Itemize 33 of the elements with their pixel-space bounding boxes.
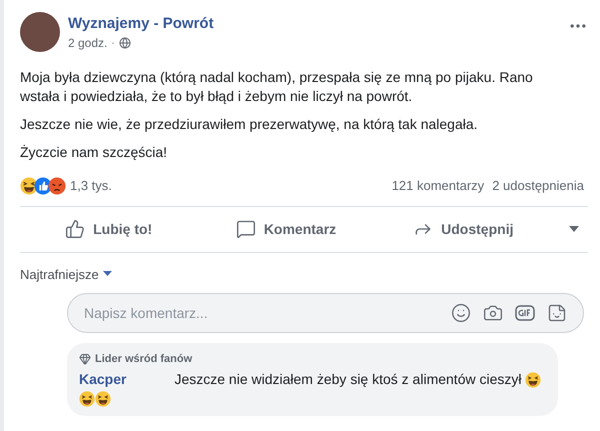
emoji-icon[interactable] bbox=[451, 303, 471, 323]
post-text: Jeszcze nie wie, że przedziurawiłem prezerwatywę, na którą tak nalegała. bbox=[20, 115, 479, 134]
angry-face-icon bbox=[48, 176, 66, 195]
comment-author[interactable]: Kacper bbox=[79, 370, 126, 386]
sort-dropdown[interactable]: Najtrafniejsze bbox=[20, 264, 112, 284]
thumbs-up-icon bbox=[65, 219, 86, 239]
caret-icon[interactable] bbox=[568, 225, 580, 233]
post-time[interactable]: 2 godz. bbox=[68, 34, 108, 52]
laughing-face-icon bbox=[79, 390, 95, 407]
post-text: Życzcie nam szczęścia! bbox=[20, 143, 168, 162]
fan-badge-label: Lider wśród fanów bbox=[95, 352, 192, 367]
comment-input: Napisz komentarz... bbox=[84, 302, 451, 324]
avatar-photo-placeholder[interactable] bbox=[20, 12, 60, 52]
comment-input-field[interactable]: Napisz komentarz... bbox=[67, 293, 584, 333]
diamond-icon bbox=[79, 353, 91, 366]
separator-dot: · bbox=[111, 36, 115, 50]
sticker-icon[interactable] bbox=[547, 303, 567, 323]
caret-icon bbox=[102, 271, 112, 278]
share-count[interactable]: 2 udostępnienia bbox=[492, 176, 584, 196]
gif-icon[interactable] bbox=[515, 305, 535, 321]
post-text: Moja była dziewczyna (którą nadal kocham), przespała się ze mną po pijaku. Rano wstała i powiedziała, że to był błąd i żebym nie liczył na powrót. bbox=[20, 68, 534, 106]
comment-text: Jeszcze nie widziałem żeby się ktoś z alimentów cieszył bbox=[174, 370, 522, 386]
comment-count[interactable]: 121 komentarzy bbox=[392, 176, 484, 196]
reaction-count[interactable]: 1,3 tys. bbox=[70, 176, 112, 196]
laughing-face-icon bbox=[95, 390, 111, 407]
globe-icon bbox=[118, 37, 131, 49]
share-button[interactable]: Udostępnij bbox=[374, 213, 552, 245]
like-button[interactable]: Lubię to! bbox=[20, 213, 198, 245]
comment-button[interactable]: Komentarz bbox=[197, 213, 375, 245]
page-name[interactable]: Wyznajemy - Powrót bbox=[68, 14, 568, 34]
laughing-face-icon bbox=[525, 372, 542, 388]
speech-bubble-icon bbox=[236, 219, 256, 239]
camera-icon[interactable] bbox=[483, 303, 503, 323]
